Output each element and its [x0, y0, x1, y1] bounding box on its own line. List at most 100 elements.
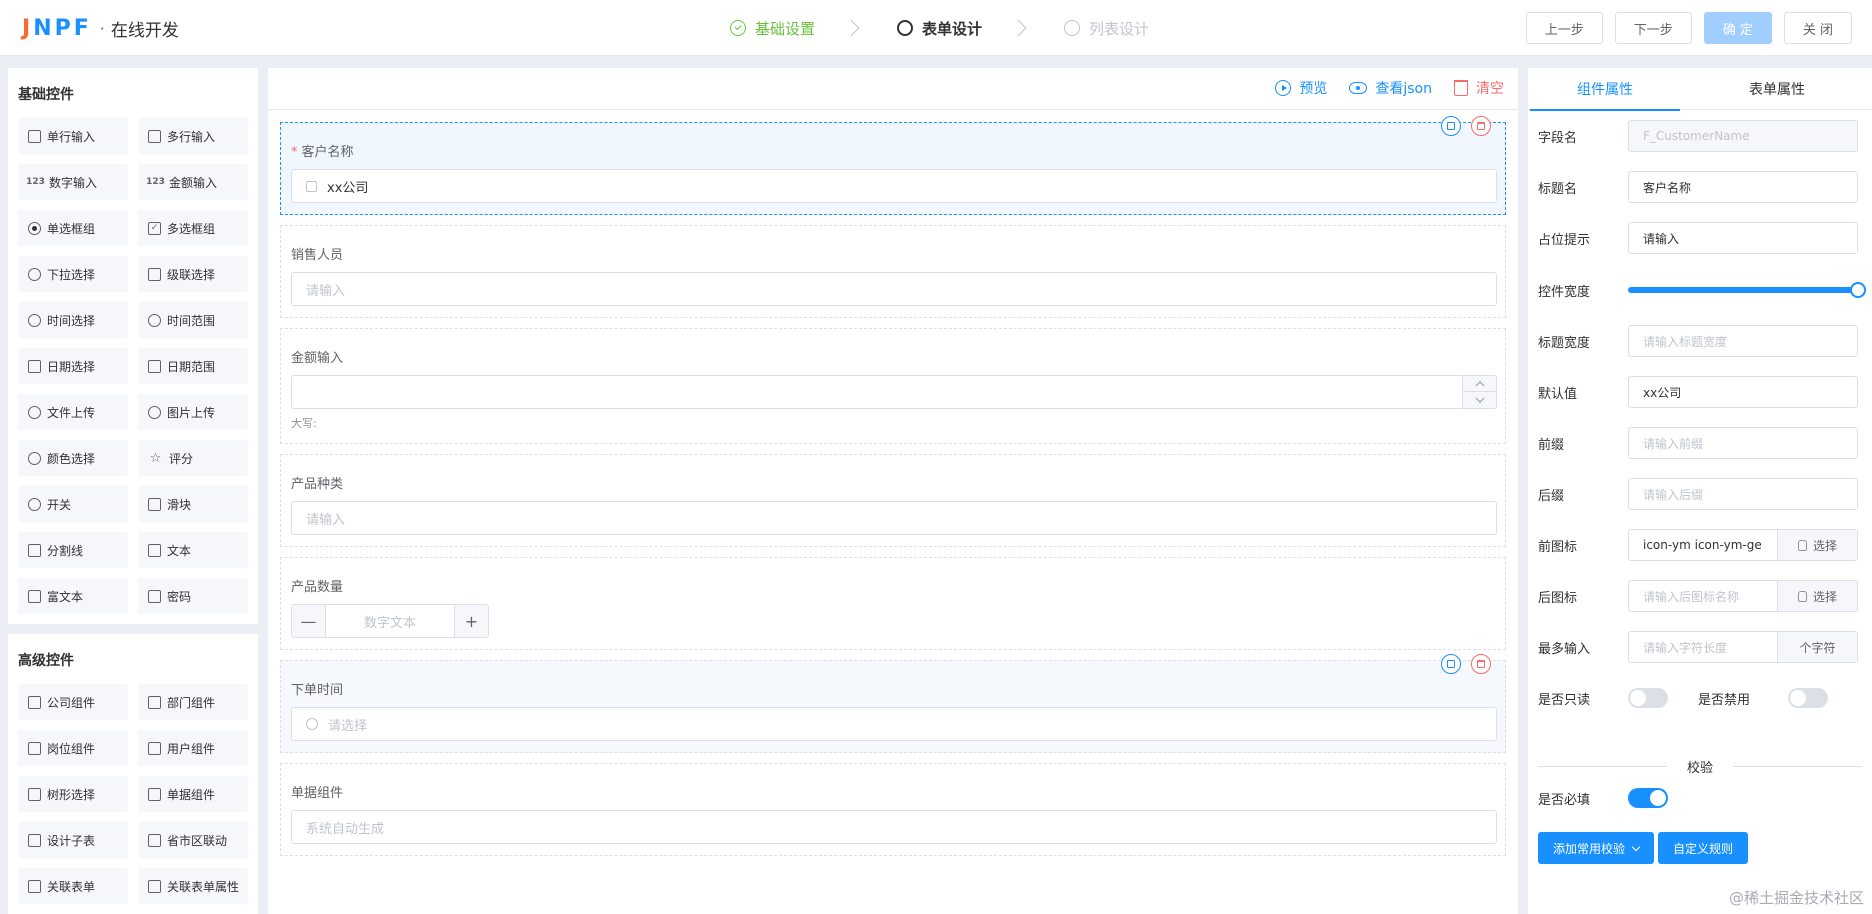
width-slider[interactable] [1628, 282, 1866, 298]
component-select[interactable]: 下拉选择 [18, 256, 128, 292]
prefix-input[interactable]: 请输入前缀 [1628, 427, 1858, 459]
plus-button[interactable]: + [454, 605, 488, 637]
component-slider[interactable]: 滑块 [138, 486, 248, 522]
tree-icon [28, 787, 41, 801]
component-label: 日期范围 [167, 359, 216, 374]
component-text[interactable]: 文本 [138, 532, 248, 568]
component-checkbox[interactable]: ✓ 多选框组 [138, 210, 248, 246]
component-radio[interactable]: 单选框组 [18, 210, 128, 246]
order-time-picker[interactable]: 请选择 [291, 707, 1497, 741]
slider-handle[interactable] [1850, 282, 1866, 298]
step-list-design[interactable]: 列表设计 [1064, 18, 1149, 39]
title-width-input[interactable]: 请输入标题宽度 [1628, 325, 1858, 357]
field-product-quantity[interactable]: 产品数量 — 数字文本 + [280, 557, 1506, 650]
component-calendar[interactable]: 日期选择 [18, 348, 128, 384]
field-customer-name[interactable]: * 客户名称 xx公司 [280, 116, 1506, 215]
amount-stepper[interactable] [1462, 376, 1496, 408]
delete-field-button[interactable] [1471, 654, 1491, 674]
component-tree[interactable]: 树形选择 [18, 776, 128, 812]
radio-icon [28, 221, 41, 235]
component-lock[interactable]: 密码 [138, 578, 248, 614]
view-json-button[interactable]: 查看json [1349, 78, 1432, 98]
tab-form-properties[interactable]: 表单属性 [1702, 68, 1852, 110]
component-clock[interactable]: 时间选择 [18, 302, 128, 338]
copy-field-button[interactable] [1441, 116, 1461, 136]
step-basic-settings[interactable]: 基础设置 [730, 18, 815, 39]
delete-field-button[interactable] [1471, 116, 1491, 136]
amount-input[interactable] [291, 375, 1497, 409]
component-label: 数字输入 [49, 175, 98, 190]
preview-button[interactable]: 预览 [1275, 78, 1327, 98]
chevron-right-icon [842, 19, 860, 37]
quantity-value[interactable]: 数字文本 [326, 605, 454, 637]
customer-name-input[interactable]: xx公司 [291, 169, 1497, 203]
component-amount[interactable]: 123 金额输入 [138, 164, 248, 200]
document-number-input[interactable]: 系统自动生成 [291, 810, 1497, 844]
clear-button[interactable]: 清空 [1454, 78, 1504, 98]
component-location[interactable]: 省市区联动 [138, 822, 248, 858]
prefix-icon-value[interactable]: icon-ym icon-ym-ge [1629, 538, 1777, 552]
component-image-upload[interactable]: 图片上传 [138, 394, 248, 430]
component-cascader[interactable]: 级联选择 [138, 256, 248, 292]
suffix-input[interactable]: 请输入后缀 [1628, 478, 1858, 510]
confirm-button[interactable]: 确 定 [1703, 12, 1772, 44]
next-step-button[interactable]: 下一步 [1614, 12, 1692, 44]
component-multi-line-input[interactable]: 多行输入 [138, 118, 248, 154]
component-divider[interactable]: 分割线 [18, 532, 128, 568]
default-value-input[interactable]: xx公司 [1628, 376, 1858, 408]
suffix-icon-placeholder[interactable]: 请输入后图标名称 [1629, 588, 1777, 605]
quantity-stepper[interactable]: — 数字文本 + [291, 604, 489, 638]
readonly-switch[interactable] [1628, 688, 1668, 708]
select-suffix-icon-button[interactable]: 选择 [1777, 581, 1857, 611]
component-star[interactable]: ☆ 评分 [138, 440, 248, 476]
field-amount[interactable]: 金额输入 大写: [280, 328, 1506, 444]
sales-person-input[interactable]: 请输入 [291, 272, 1497, 306]
component-single-line-input[interactable]: 单行输入 [18, 118, 128, 154]
tab-component-properties[interactable]: 组件属性 [1530, 68, 1680, 111]
minus-button[interactable]: — [292, 605, 326, 637]
component-department[interactable]: 部门组件 [138, 684, 248, 720]
component-link-form-attr[interactable]: 关联表单属性 [138, 868, 248, 904]
component-toggle[interactable]: 开关 [18, 486, 128, 522]
component-number[interactable]: 123 数字输入 [18, 164, 128, 200]
component-table[interactable]: 设计子表 [18, 822, 128, 858]
field-product-category[interactable]: 产品种类 请输入 [280, 454, 1506, 547]
copy-icon [1447, 660, 1455, 668]
component-date-range[interactable]: 日期范围 [138, 348, 248, 384]
product-category-input[interactable]: 请输入 [291, 501, 1497, 535]
component-upload[interactable]: 文件上传 [18, 394, 128, 430]
copy-field-button[interactable] [1441, 654, 1461, 674]
custom-rule-button[interactable]: 自定义规则 [1658, 832, 1749, 864]
component-document[interactable]: 单据组件 [138, 776, 248, 812]
component-user[interactable]: 用户组件 [138, 730, 248, 766]
disabled-switch[interactable] [1788, 688, 1828, 708]
chevron-up-icon [1475, 380, 1484, 390]
component-company[interactable]: 公司组件 [18, 684, 128, 720]
prev-step-button[interactable]: 上一步 [1525, 12, 1603, 44]
field-sales-person[interactable]: 销售人员 请输入 [280, 225, 1506, 318]
component-label: 公司组件 [47, 695, 96, 710]
required-switch[interactable] [1628, 788, 1668, 808]
max-length-input[interactable]: 请输入字符长度 个字符 [1628, 631, 1858, 663]
decrement-button[interactable] [1463, 392, 1496, 408]
title-name-input[interactable]: 客户名称 [1628, 171, 1858, 203]
close-button[interactable]: 关 闭 [1783, 12, 1852, 44]
add-common-rule-button[interactable]: 添加常用校验 [1538, 832, 1655, 864]
prop-placeholder: 占位提示 请输入 [1538, 220, 1862, 256]
field-order-time[interactable]: 下单时间 请选择 [280, 654, 1506, 753]
placeholder-input[interactable]: 请输入 [1628, 222, 1858, 254]
copy-icon [1447, 122, 1455, 130]
component-position[interactable]: 岗位组件 [18, 730, 128, 766]
component-palette[interactable]: 颜色选择 [18, 440, 128, 476]
max-length-placeholder[interactable]: 请输入字符长度 [1629, 639, 1777, 656]
component-rich-text[interactable]: 富文本 [18, 578, 128, 614]
component-label: 时间选择 [47, 313, 96, 328]
step-form-design[interactable]: 表单设计 [897, 18, 982, 39]
component-time-range[interactable]: 时间范围 [138, 302, 248, 338]
prefix-icon-input[interactable]: icon-ym icon-ym-ge 选择 [1628, 529, 1858, 561]
component-link-form[interactable]: 关联表单 [18, 868, 128, 904]
select-prefix-icon-button[interactable]: 选择 [1777, 530, 1857, 560]
suffix-icon-input[interactable]: 请输入后图标名称 选择 [1628, 580, 1858, 612]
field-document-number[interactable]: 单据组件 系统自动生成 [280, 763, 1506, 856]
increment-button[interactable] [1463, 376, 1496, 392]
